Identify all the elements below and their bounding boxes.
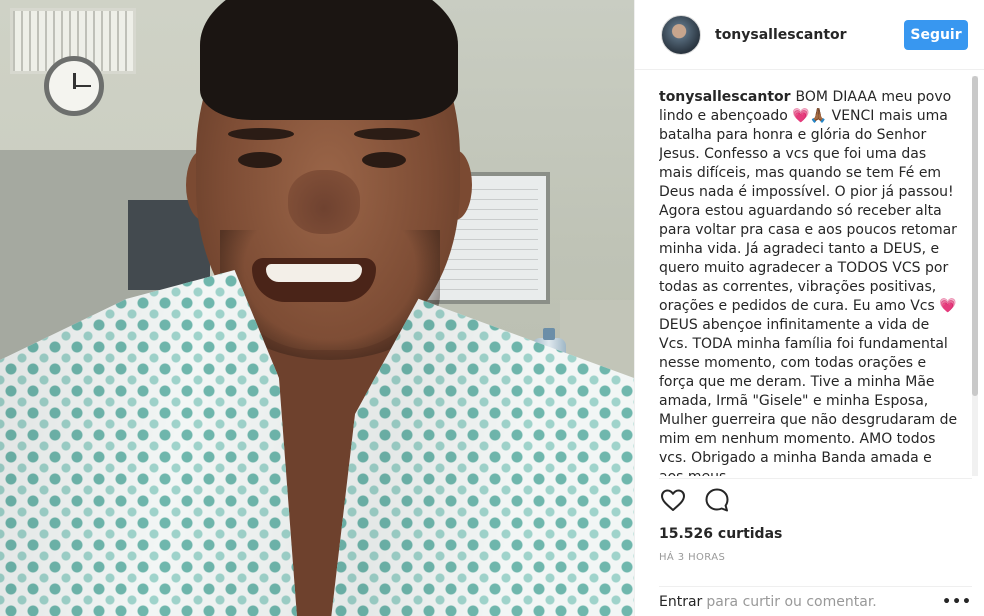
post-photo[interactable] <box>0 0 634 616</box>
avatar[interactable] <box>661 14 701 55</box>
divider <box>659 478 972 479</box>
wall-clock <box>44 56 104 116</box>
post-timestamp[interactable]: HÁ 3 HORAS <box>659 552 725 563</box>
left-eye <box>238 152 282 168</box>
more-options-icon[interactable]: ••• <box>942 594 972 610</box>
left-eyebrow <box>228 128 294 140</box>
right-eye <box>362 152 406 168</box>
follow-button[interactable]: Seguir <box>904 19 968 50</box>
post-header: tonysallescantor Seguir <box>635 0 984 70</box>
scrollbar-thumb[interactable] <box>972 76 978 396</box>
comment-bar: Entrar para curtir ou comentar. ••• <box>659 586 972 616</box>
caption-text: BOM DIAAA meu povo lindo e abençoado 💗🙏🏾… <box>659 89 958 476</box>
nose <box>288 170 360 234</box>
caption-scrollbar[interactable] <box>972 76 978 476</box>
like-count[interactable]: 15.526 curtidas <box>659 526 782 542</box>
comment-prompt: para curtir ou comentar. <box>706 593 877 610</box>
heart-outline-icon[interactable] <box>659 486 687 514</box>
caption-username-link[interactable]: tonysallescantor <box>659 89 791 105</box>
post-caption: tonysallescantor BOM DIAAA meu povo lindo… <box>659 88 959 476</box>
hair <box>200 0 458 120</box>
speech-bubble-icon[interactable] <box>703 486 731 514</box>
username-link[interactable]: tonysallescantor <box>715 27 904 43</box>
post-sidebar: tonysallescantor Seguir tonysallescantor… <box>634 0 984 616</box>
right-eyebrow <box>354 128 420 140</box>
login-link[interactable]: Entrar <box>659 594 702 610</box>
action-bar <box>659 486 731 514</box>
